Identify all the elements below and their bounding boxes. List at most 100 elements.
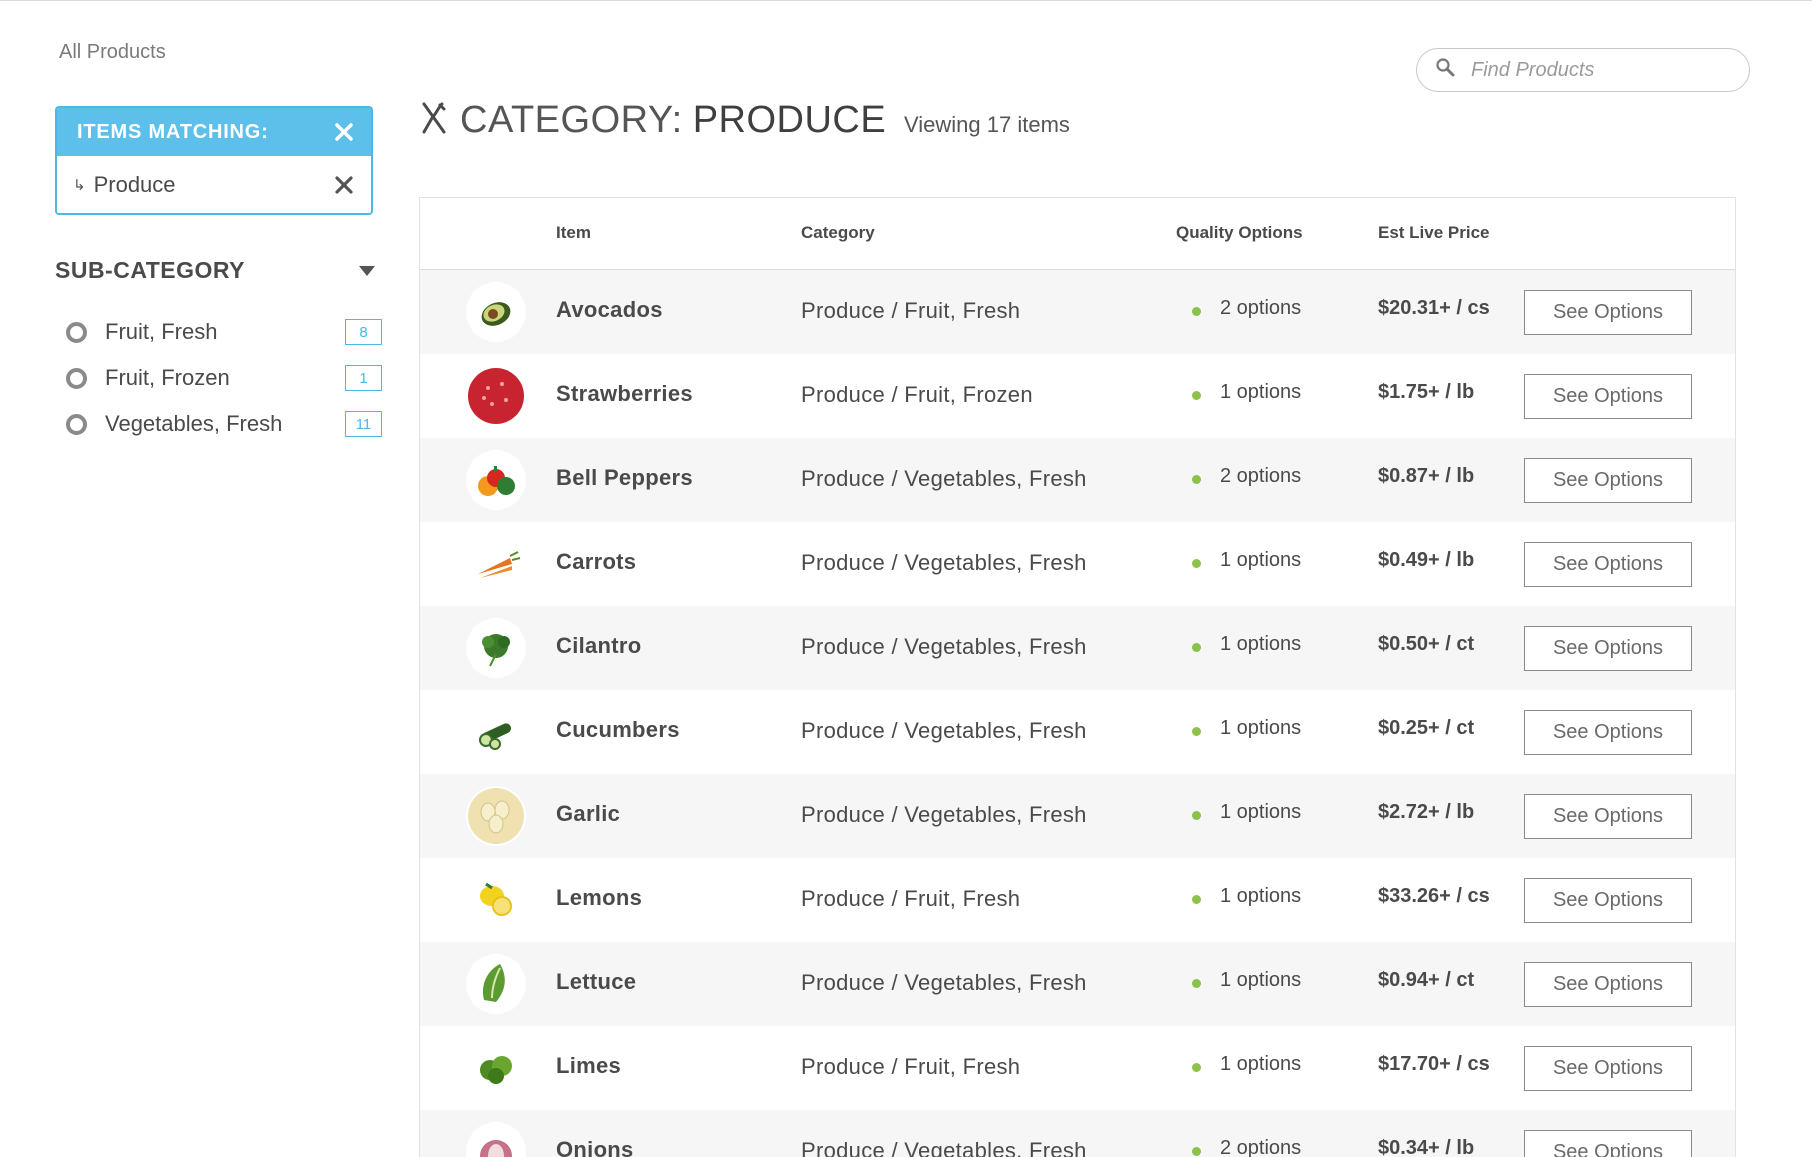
column-header-est-live-price: Est Live Price [1378,223,1490,242]
status-dot [1192,1063,1201,1072]
table-header: Item Category Quality Options Est Live P… [420,198,1735,270]
item-category: Produce / Vegetables, Fresh [801,970,1087,995]
see-options-button-avocados[interactable]: See Options [1524,290,1692,335]
item-name: Cucumbers [556,717,680,742]
status-dot [1192,727,1201,736]
item-name: Lettuce [556,969,637,994]
subcategory-item-fruit-frozen[interactable]: Fruit, Frozen 1 [66,355,386,401]
utensils-icon [420,102,460,139]
quality-options: 2 options [1220,1137,1302,1157]
quality-options: 2 options [1220,297,1302,319]
item-name: Onions [556,1137,634,1157]
radio-button[interactable] [66,413,87,435]
est-live-price: $0.34+ / lb [1378,1137,1475,1157]
item-category: Produce / Fruit, Fresh [801,886,1021,911]
search-input[interactable] [1469,57,1723,83]
est-live-price: $1.75+ / lb [1378,381,1475,403]
table-row: Garlic Produce / Vegetables, Fresh 1 opt… [420,774,1735,858]
see-options-button-lemons[interactable]: See Options [1524,878,1692,923]
items-matching-header: ITEMS MATCHING: [57,108,371,156]
item-category: Produce / Vegetables, Fresh [801,802,1087,827]
status-dot [1192,1147,1201,1156]
bell-pepper-icon [466,450,526,510]
est-live-price: $0.50+ / ct [1378,633,1475,655]
breadcrumb-all-products[interactable]: All Products [59,41,166,64]
item-category: Produce / Fruit, Frozen [801,382,1033,407]
chevron-down-icon[interactable] [359,265,375,276]
lemon-icon [466,870,526,930]
active-filter-label: Produce [93,171,176,197]
radio-button[interactable] [66,321,87,343]
subcategory-count-badge: 8 [345,319,382,345]
item-category: Produce / Vegetables, Fresh [801,718,1087,743]
item-name: Cilantro [556,633,642,658]
subcategory-count-badge: 11 [345,411,382,437]
est-live-price: $17.70+ / cs [1378,1053,1490,1075]
lettuce-icon [466,954,526,1014]
see-options-button-bell-peppers[interactable]: See Options [1524,458,1692,503]
item-category: Produce / Vegetables, Fresh [801,634,1087,659]
see-options-button-cucumbers[interactable]: See Options [1524,710,1692,755]
see-options-button-onions[interactable]: See Options [1524,1130,1692,1157]
garlic-icon [466,786,526,846]
column-header-category: Category [801,223,875,242]
carrot-icon [466,534,526,594]
lime-icon [466,1038,526,1098]
item-category: Produce / Fruit, Fresh [801,298,1021,323]
strawberry-icon [466,366,526,426]
est-live-price: $2.72+ / lb [1378,801,1475,823]
items-matching-panel: ITEMS MATCHING: ↳ Produce [55,106,373,215]
est-live-price: $0.49+ / lb [1378,549,1475,571]
see-options-button-carrots[interactable]: See Options [1524,542,1692,587]
table-row: Strawberries Produce / Fruit, Frozen 1 o… [420,354,1735,438]
quality-options: 1 options [1220,885,1302,907]
table-row: Cucumbers Produce / Vegetables, Fresh 1 … [420,690,1735,774]
subcategory-header[interactable]: SUB-CATEGORY [55,257,375,284]
status-dot [1192,475,1201,484]
quality-options: 1 options [1220,381,1302,403]
status-dot [1192,979,1201,988]
see-options-button-cilantro[interactable]: See Options [1524,626,1692,671]
item-name: Strawberries [556,381,693,406]
see-options-button-limes[interactable]: See Options [1524,1046,1692,1091]
cilantro-icon [466,618,526,678]
table-body: Avocados Produce / Fruit, Fresh 2 option… [420,270,1735,1157]
column-header-quality-options: Quality Options [1176,223,1303,242]
table-row: Limes Produce / Fruit, Fresh 1 options $… [420,1026,1735,1110]
status-dot [1192,559,1201,568]
subcategory-title: SUB-CATEGORY [55,257,245,283]
column-header-item: Item [556,223,591,242]
items-matching-title: ITEMS MATCHING: [77,120,269,143]
category-name: PRODUCE [692,99,887,141]
clear-all-filters-close-icon[interactable] [331,119,357,145]
subcategory-label: Vegetables, Fresh [105,411,283,436]
see-options-button-lettuce[interactable]: See Options [1524,962,1692,1007]
subcategory-item-vegetables-fresh[interactable]: Vegetables, Fresh 11 [66,401,386,447]
table-row: Carrots Produce / Vegetables, Fresh 1 op… [420,522,1735,606]
subcategory-item-fruit-fresh[interactable]: Fruit, Fresh 8 [66,309,386,355]
table-row: Lettuce Produce / Vegetables, Fresh 1 op… [420,942,1735,1026]
see-options-button-garlic[interactable]: See Options [1524,794,1692,839]
est-live-price: $33.26+ / cs [1378,885,1490,907]
est-live-price: $20.31+ / cs [1378,297,1490,319]
products-table: Item Category Quality Options Est Live P… [419,197,1736,1157]
est-live-price: $0.94+ / ct [1378,969,1475,991]
quality-options: 1 options [1220,549,1302,571]
item-name: Garlic [556,801,621,826]
subcategory-label: Fruit, Fresh [105,319,218,344]
status-dot [1192,811,1201,820]
see-options-button-strawberries[interactable]: See Options [1524,374,1692,419]
item-name: Limes [556,1053,622,1078]
active-filter-chip: ↳ Produce [57,156,371,213]
remove-filter-close-icon[interactable] [331,172,357,198]
page-title: CATEGORY: PRODUCE [420,99,886,142]
table-row: Bell Peppers Produce / Vegetables, Fresh… [420,438,1735,522]
cucumber-icon [466,702,526,762]
table-row: Cilantro Produce / Vegetables, Fresh 1 o… [420,606,1735,690]
onion-icon [466,1122,526,1157]
quality-options: 2 options [1220,465,1302,487]
radio-button[interactable] [66,367,87,389]
item-category: Produce / Fruit, Fresh [801,1054,1021,1079]
item-category: Produce / Vegetables, Fresh [801,550,1087,575]
quality-options: 1 options [1220,633,1302,655]
